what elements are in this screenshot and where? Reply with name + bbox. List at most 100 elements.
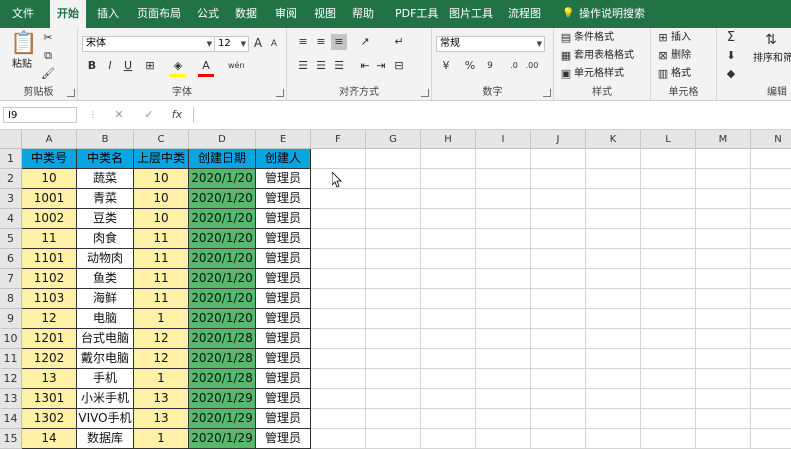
insert-button[interactable]: 插入 [671,31,691,45]
cell[interactable] [311,249,366,269]
cell[interactable] [421,149,476,169]
row-header-14[interactable]: 14 [0,409,22,429]
cell[interactable] [366,349,421,369]
table-cell[interactable]: 12 [134,349,189,369]
cell[interactable] [586,429,641,449]
row-header-15[interactable]: 15 [0,429,22,449]
cell[interactable] [586,369,641,389]
wrap-text-icon[interactable]: ↵ [391,34,407,50]
formula-input[interactable] [193,107,791,123]
cell[interactable] [751,209,791,229]
cell[interactable] [641,389,696,409]
table-cell[interactable]: 鱼类 [77,269,134,289]
table-cell[interactable]: 1101 [22,249,77,269]
table-cell[interactable]: 管理员 [256,289,311,309]
cell[interactable] [366,229,421,249]
grow-font-button[interactable]: A [250,35,266,51]
cell[interactable] [421,329,476,349]
copy-icon[interactable]: ⧉ [40,48,56,64]
cell[interactable] [421,429,476,449]
cell[interactable] [421,189,476,209]
cell[interactable] [751,269,791,289]
cell[interactable] [421,209,476,229]
row-header-6[interactable]: 6 [0,249,22,269]
comma-style-icon[interactable]: 9 [482,58,498,74]
cell[interactable] [586,329,641,349]
table-cell[interactable]: 2020/1/28 [189,329,256,349]
cell[interactable] [421,389,476,409]
cell[interactable] [421,229,476,249]
table-cell[interactable]: VIVO手机 [77,409,134,429]
table-cell[interactable]: 2020/1/20 [189,309,256,329]
table-cell[interactable]: 小米手机 [77,389,134,409]
tab-9[interactable]: PDF工具 [388,0,445,28]
table-cell[interactable]: 11 [134,289,189,309]
cell[interactable] [476,249,531,269]
cell[interactable] [311,329,366,349]
cell[interactable] [696,309,751,329]
table-cell[interactable]: 蔬菜 [77,169,134,189]
align-middle-icon[interactable]: ≡ [313,34,329,50]
column-header-B[interactable]: B [77,130,134,149]
cell[interactable] [421,369,476,389]
cell[interactable] [586,349,641,369]
cell[interactable] [476,409,531,429]
cell[interactable] [586,209,641,229]
format-as-table-button[interactable]: 套用表格格式 [574,49,634,63]
cell[interactable] [531,409,586,429]
cell[interactable] [476,229,531,249]
table-cell[interactable]: 10 [134,189,189,209]
spreadsheet-grid[interactable]: A B C D E F G H I J K L M N 1 2 3 4 5 6 7 8 9 10 11 12 13 14 15 中类号 中类… [0,130,791,449]
cell[interactable] [696,349,751,369]
cell[interactable] [531,269,586,289]
column-header-L[interactable]: L [641,130,696,149]
cell[interactable] [696,269,751,289]
column-header-E[interactable]: E [256,130,311,149]
table-cell[interactable]: 12 [22,309,77,329]
cell[interactable] [751,429,791,449]
column-header-K[interactable]: K [586,130,641,149]
cell[interactable] [751,189,791,209]
increase-indent-icon[interactable]: ⇥ [373,58,389,74]
cell[interactable] [586,189,641,209]
cell[interactable] [641,289,696,309]
align-left-icon[interactable]: ☰ [295,58,311,74]
table-cell[interactable]: 管理员 [256,429,311,449]
cell[interactable] [641,409,696,429]
cell[interactable] [531,249,586,269]
font-size-select[interactable]: 12 ▼ [214,36,249,52]
table-cell[interactable]: 豆类 [77,209,134,229]
column-header-J[interactable]: J [531,130,586,149]
paste-icon[interactable]: 📋 [10,32,37,56]
cancel-icon[interactable]: ✕ [110,106,128,124]
cell[interactable] [476,429,531,449]
cell[interactable] [476,289,531,309]
table-cell[interactable]: 管理员 [256,369,311,389]
table-cell[interactable]: 管理员 [256,349,311,369]
row-header-11[interactable]: 11 [0,349,22,369]
table-cell[interactable]: 海鲜 [77,289,134,309]
column-header-G[interactable]: G [366,130,421,149]
cell[interactable] [366,289,421,309]
cell[interactable] [476,189,531,209]
table-cell[interactable]: 10 [22,169,77,189]
font-launcher-icon[interactable] [276,89,284,97]
table-cell[interactable]: 管理员 [256,389,311,409]
cell[interactable] [366,269,421,289]
align-bottom-icon[interactable]: ≡ [331,34,347,50]
tab-4[interactable]: 公式 [190,0,226,28]
currency-icon[interactable]: ¥ [438,58,454,74]
cell[interactable] [751,409,791,429]
cell[interactable] [751,149,791,169]
italic-button[interactable]: I [102,58,118,74]
cell[interactable] [366,169,421,189]
table-cell[interactable]: 青菜 [77,189,134,209]
cell[interactable] [476,169,531,189]
row-header-2[interactable]: 2 [0,169,22,189]
cell[interactable] [311,309,366,329]
cell[interactable] [696,289,751,309]
cell[interactable] [531,309,586,329]
table-cell[interactable]: 2020/1/20 [189,209,256,229]
decrease-decimal-icon[interactable]: .00 [524,58,540,74]
tab-8[interactable]: 帮助 [345,0,381,28]
